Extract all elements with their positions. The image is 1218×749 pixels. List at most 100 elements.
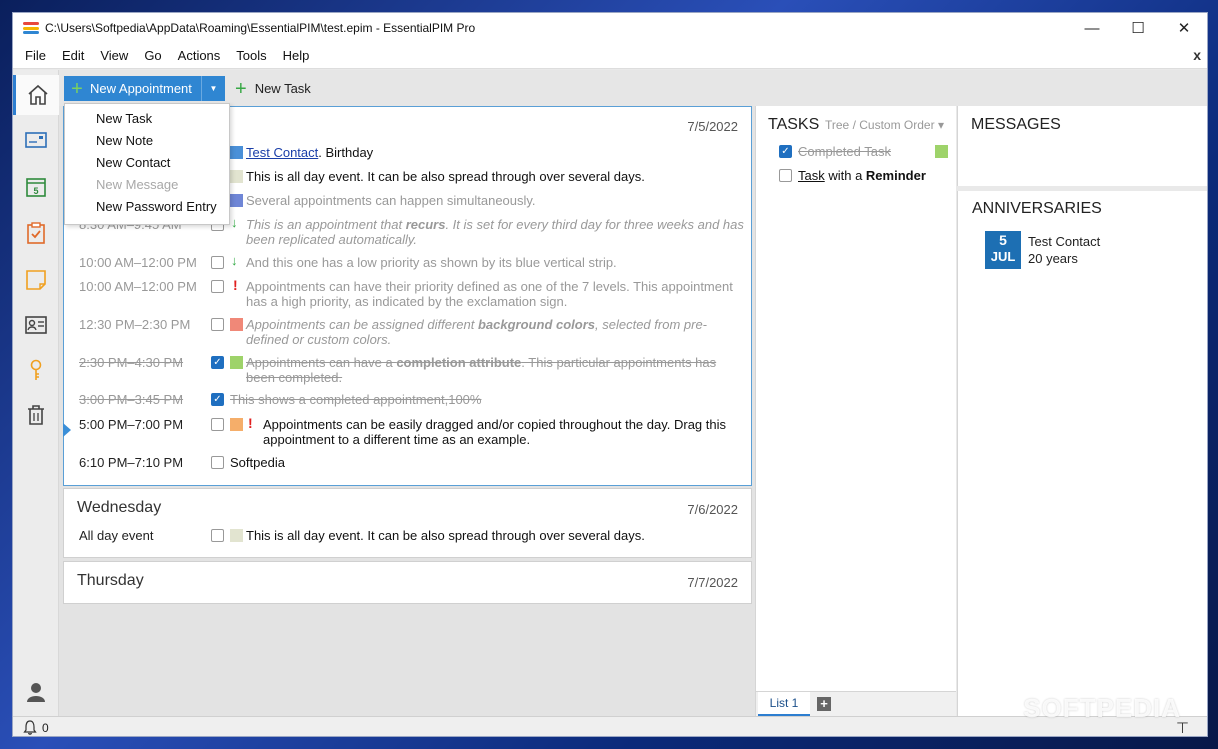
- app-window: C:\Users\Softpedia\AppData\Roaming\Essen…: [12, 12, 1208, 737]
- color-swatch: [230, 194, 243, 207]
- new-task-label: New Task: [254, 81, 311, 96]
- appointment-text: This is all day event. It can be also sp…: [246, 528, 645, 543]
- appointment-text: Appointments can be assigned different: [246, 317, 478, 332]
- appointment-text: Appointments can have a: [246, 355, 397, 370]
- anniversary-name[interactable]: Test Contact: [1028, 234, 1100, 249]
- high-priority-icon: !: [233, 277, 238, 293]
- appointment-time: 5:00 PM–7:00 PM: [79, 417, 184, 432]
- appointment-text: Appointments can be easily dragged and/o…: [263, 417, 727, 447]
- color-swatch: [230, 418, 243, 431]
- close-button[interactable]: ✕: [1161, 13, 1207, 43]
- plus-icon: +: [235, 77, 247, 100]
- appointment-text: Several appointments can happen simultan…: [246, 193, 536, 208]
- anniversary-month: JUL: [990, 249, 1016, 264]
- new-task-button[interactable]: + New Task: [235, 76, 311, 101]
- completion-checkbox[interactable]: [211, 318, 224, 331]
- new-appointment-button[interactable]: + New Appointment ▼: [64, 76, 225, 101]
- sidebar-item-tasks[interactable]: [13, 213, 59, 253]
- sidebar-item-trash[interactable]: [13, 395, 59, 435]
- day-card-wednesday[interactable]: Wednesday 7/6/2022 All day event This is…: [63, 488, 752, 558]
- high-priority-icon: !: [248, 415, 253, 431]
- menu-actions[interactable]: Actions: [170, 48, 229, 63]
- tab-list-1[interactable]: List 1: [758, 692, 810, 716]
- chevron-down-icon: ▾: [937, 118, 944, 132]
- sidebar-item-mail[interactable]: [13, 120, 59, 160]
- menu-go[interactable]: Go: [136, 48, 169, 63]
- tasks-view-selector[interactable]: Tree / Custom Order ▾: [825, 118, 944, 132]
- appointment-time: All day event: [79, 528, 154, 543]
- completion-checkbox[interactable]: [211, 256, 224, 269]
- task-checkbox[interactable]: ✓: [779, 145, 792, 158]
- sidebar-item-notes[interactable]: [13, 260, 59, 300]
- sidebar-item-passwords[interactable]: [13, 350, 59, 390]
- appointment-text: Softpedia: [230, 455, 285, 470]
- maximize-button[interactable]: ☐: [1115, 13, 1161, 43]
- completion-checkbox[interactable]: ✓: [211, 393, 224, 406]
- task-text: Completed Task: [798, 144, 891, 159]
- color-swatch: [230, 356, 243, 369]
- menu-file[interactable]: File: [13, 48, 54, 63]
- task-checkbox[interactable]: [779, 169, 792, 182]
- appointment-text-bold: recurs: [405, 217, 446, 232]
- calendar-icon: 5: [26, 178, 46, 197]
- completion-checkbox[interactable]: [211, 418, 224, 431]
- menu-item-new-contact[interactable]: New Contact: [96, 155, 170, 170]
- color-swatch: [230, 529, 243, 542]
- close-document-button[interactable]: x: [1193, 47, 1201, 63]
- appointment-text: . Birthday: [318, 145, 374, 160]
- menu-item-new-task[interactable]: New Task: [96, 111, 152, 126]
- tasks-header: TASKS: [768, 116, 820, 133]
- pin-icon[interactable]: ⊤: [1176, 719, 1189, 736]
- sidebar-item-calendar[interactable]: 5: [13, 167, 59, 207]
- minimize-button[interactable]: —: [1069, 13, 1115, 43]
- menu-tools[interactable]: Tools: [228, 48, 274, 63]
- task-lists-bar: List 1 +: [756, 691, 956, 716]
- menu-edit[interactable]: Edit: [54, 48, 92, 63]
- contact-link[interactable]: Test Contact: [246, 145, 318, 160]
- anniversaries-pane: ANNIVERSARIES 5 JUL Test Contact 20 year…: [957, 191, 1207, 716]
- sidebar-item-contacts[interactable]: [13, 305, 59, 345]
- low-priority-icon: ↓: [231, 253, 238, 268]
- completion-checkbox[interactable]: ✓: [211, 356, 224, 369]
- bell-icon[interactable]: [23, 720, 37, 735]
- plus-icon: +: [71, 77, 83, 100]
- day-date: 7/6/2022: [687, 502, 738, 517]
- menu-help[interactable]: Help: [275, 48, 318, 63]
- account-button[interactable]: [13, 672, 59, 712]
- day-card-thursday[interactable]: Thursday 7/7/2022: [63, 561, 752, 604]
- menu-item-new-note[interactable]: New Note: [96, 133, 153, 148]
- add-list-button[interactable]: +: [817, 697, 831, 711]
- day-name: Wednesday: [77, 499, 162, 516]
- completion-checkbox[interactable]: [211, 529, 224, 542]
- mail-icon: [25, 132, 47, 148]
- tasks-icon: [27, 222, 45, 244]
- task-text-bold: Reminder: [865, 168, 926, 183]
- appointment-text-bold: background colors: [477, 317, 596, 332]
- completion-checkbox[interactable]: [211, 280, 224, 293]
- completion-checkbox[interactable]: [211, 456, 224, 469]
- appointment-text-bold: completion attribute: [396, 355, 522, 370]
- appointment-time: 6:10 PM–7:10 PM: [79, 455, 184, 470]
- sidebar-item-home[interactable]: [13, 75, 59, 115]
- menu-item-new-password-entry[interactable]: New Password Entry: [96, 199, 217, 214]
- appointment-time: 10:00 AM–12:00 PM: [79, 279, 197, 294]
- title-bar: C:\Users\Softpedia\AppData\Roaming\Essen…: [13, 13, 1207, 43]
- low-priority-icon: ↓: [231, 215, 238, 230]
- color-swatch: [230, 318, 243, 331]
- module-sidebar: 5: [13, 70, 59, 716]
- window-title: C:\Users\Softpedia\AppData\Roaming\Essen…: [45, 21, 476, 35]
- appointment-time: 2:30 PM–4:30 PM: [79, 355, 184, 370]
- task-link[interactable]: Task: [798, 168, 825, 183]
- key-icon: [30, 359, 42, 380]
- menu-view[interactable]: View: [92, 48, 136, 63]
- color-swatch: [230, 146, 243, 159]
- current-time-marker: [63, 423, 71, 437]
- trash-icon: [28, 405, 44, 425]
- appointment-text: This is an appointment that: [246, 217, 406, 232]
- softpedia-watermark: SOFTPEDIA: [1023, 693, 1181, 723]
- home-icon: [27, 84, 48, 105]
- color-swatch: [935, 145, 948, 158]
- new-item-dropdown-menu: New Task New Note New Contact New Messag…: [64, 103, 230, 225]
- anniversary-years: 20 years: [1028, 251, 1078, 266]
- new-appointment-dropdown-button[interactable]: ▼: [201, 76, 225, 101]
